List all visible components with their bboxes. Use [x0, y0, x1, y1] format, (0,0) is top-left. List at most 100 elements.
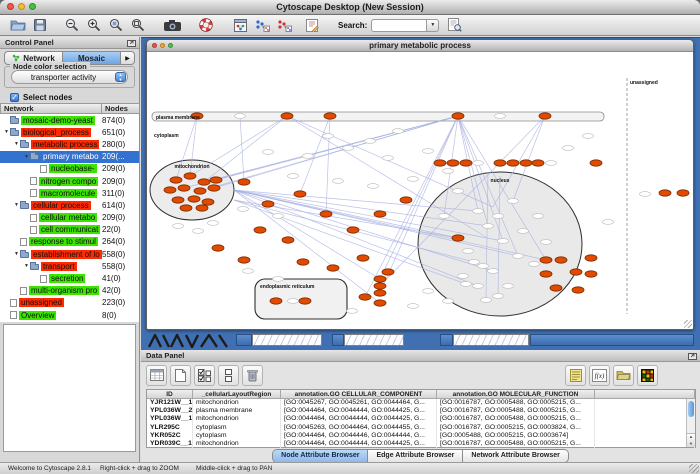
table-row[interactable]: YKR052Ccytoplasm[GO:0044464, GO:0044446,… [147, 432, 695, 440]
graph-node-selected[interactable] [281, 113, 293, 119]
graph-node[interactable] [208, 221, 219, 226]
graph-node[interactable] [493, 294, 504, 299]
attribute-list-icon[interactable] [565, 365, 586, 386]
tab-overflow-button[interactable]: ▶ [121, 51, 135, 65]
graph-node[interactable] [443, 299, 454, 304]
manage-networks-icon[interactable] [230, 16, 250, 34]
graph-node[interactable] [563, 146, 574, 151]
graph-node-selected[interactable] [320, 211, 332, 217]
tree-row[interactable]: unassigned223(0) [0, 297, 139, 309]
graph-node-selected[interactable] [520, 160, 532, 166]
tree-row[interactable]: ▼metabolic process280(0) [0, 138, 139, 150]
graph-node[interactable] [529, 262, 540, 267]
graph-node[interactable] [481, 298, 492, 303]
graph-edge[interactable] [234, 190, 458, 238]
table-row[interactable]: YPL036W__2plasma membrane[GO:0044464, GO… [147, 407, 695, 415]
graph-node[interactable] [503, 284, 514, 289]
graph-node-selected[interactable] [347, 227, 359, 233]
graph-node[interactable] [518, 229, 529, 234]
graph-node-selected[interactable] [659, 190, 671, 196]
graph-node-selected[interactable] [299, 298, 311, 304]
graph-node[interactable] [408, 304, 419, 309]
tab-edge-attribute-browser[interactable]: Edge Attribute Browser [368, 450, 463, 462]
graph-node-selected[interactable] [172, 197, 184, 203]
birds-eye-view-panel[interactable] [3, 324, 136, 452]
graph-node-selected[interactable] [434, 160, 446, 166]
graph-node[interactable] [343, 146, 354, 151]
graph-node-selected[interactable] [677, 190, 689, 196]
graph-node[interactable] [323, 134, 334, 139]
graph-node[interactable] [640, 192, 651, 197]
table-column-header[interactable]: _cellularLayoutRegion [193, 390, 281, 399]
graph-node[interactable] [273, 277, 284, 282]
background-window-fragment[interactable] [344, 334, 404, 346]
import-folder-icon[interactable] [613, 365, 634, 386]
table-column-header[interactable]: ID [147, 390, 193, 399]
graph-node[interactable] [546, 161, 557, 166]
graph-node[interactable] [243, 269, 254, 274]
graph-node-selected[interactable] [550, 285, 562, 291]
graph-node-selected[interactable] [382, 269, 394, 275]
graph-node[interactable] [273, 214, 284, 219]
graph-node-selected[interactable] [374, 211, 386, 217]
graph-node-selected[interactable] [532, 160, 544, 166]
table-column-header[interactable]: annotation.GO CELLULAR_COMPONENT [281, 390, 437, 399]
search-input[interactable] [371, 19, 426, 32]
graph-node[interactable] [508, 199, 519, 204]
tree-expand-icon[interactable]: ▼ [23, 154, 30, 160]
tree-column-network[interactable]: Network [0, 103, 102, 114]
snapshot-camera-icon[interactable] [162, 16, 182, 34]
view-resize-grip[interactable] [684, 320, 692, 328]
matrix-icon[interactable] [637, 365, 658, 386]
graph-edge[interactable] [326, 116, 330, 214]
graph-node-selected[interactable] [374, 283, 386, 289]
search-dropdown-icon[interactable]: ▼ [426, 19, 439, 32]
zoom-out-icon[interactable] [62, 16, 82, 34]
network-view-window[interactable]: primary metabolic process plasma membran… [146, 39, 694, 330]
advanced-search-icon[interactable] [445, 16, 465, 34]
tree-row[interactable]: nitrogen compo209(0) [0, 175, 139, 187]
graph-node-selected[interactable] [324, 113, 336, 119]
graph-node-selected[interactable] [570, 269, 582, 275]
graph-node[interactable] [333, 179, 344, 184]
graph-node-selected[interactable] [208, 185, 220, 191]
graph-node-selected[interactable] [374, 300, 386, 306]
graph-node-selected[interactable] [540, 271, 552, 277]
minimize-view-icon[interactable] [160, 43, 165, 48]
graph-node[interactable] [193, 229, 204, 234]
window-resize-grip[interactable] [689, 464, 699, 473]
graph-node-selected[interactable] [294, 191, 306, 197]
zoom-in-icon[interactable] [84, 16, 104, 34]
tree-row[interactable]: cell communicat22(0) [0, 224, 139, 236]
graph-node[interactable] [393, 129, 404, 134]
graph-node[interactable] [461, 282, 472, 287]
table-column-header[interactable]: annotation.GO MOLECULAR_FUNCTION [437, 390, 595, 399]
background-window-fragment[interactable] [453, 334, 529, 346]
graph-node-selected[interactable] [270, 298, 282, 304]
graph-node[interactable] [263, 150, 274, 155]
graph-node-selected[interactable] [452, 235, 464, 241]
tree-expand-icon[interactable]: ▼ [23, 263, 30, 269]
graph-node-selected[interactable] [400, 197, 412, 203]
graph-edge[interactable] [234, 190, 380, 279]
graph-node-selected[interactable] [572, 287, 584, 293]
zoom-fit-icon[interactable] [128, 16, 148, 34]
graph-node-selected[interactable] [590, 160, 602, 166]
graph-node[interactable] [488, 269, 499, 274]
tab-node-attribute-browser[interactable]: Node Attribute Browser [273, 450, 368, 462]
graph-node[interactable] [498, 239, 509, 244]
graph-edge[interactable] [200, 116, 458, 191]
graph-node[interactable] [493, 214, 504, 219]
graph-node-selected[interactable] [507, 160, 519, 166]
graph-node-selected[interactable] [447, 160, 459, 166]
graph-node-selected[interactable] [452, 113, 464, 119]
background-window-fragment[interactable] [332, 334, 344, 346]
open-folder-icon[interactable] [8, 16, 28, 34]
tree-row[interactable]: ▼cellular process614(0) [0, 199, 139, 211]
graph-node-selected[interactable] [164, 187, 176, 193]
graph-node[interactable] [469, 260, 480, 265]
tree-row[interactable]: secretion41(0) [0, 272, 139, 284]
select-attributes-icon[interactable] [194, 365, 215, 386]
graph-node[interactable] [368, 184, 379, 189]
scrollbar-arrows-icon[interactable]: ▲▼ [687, 433, 695, 447]
